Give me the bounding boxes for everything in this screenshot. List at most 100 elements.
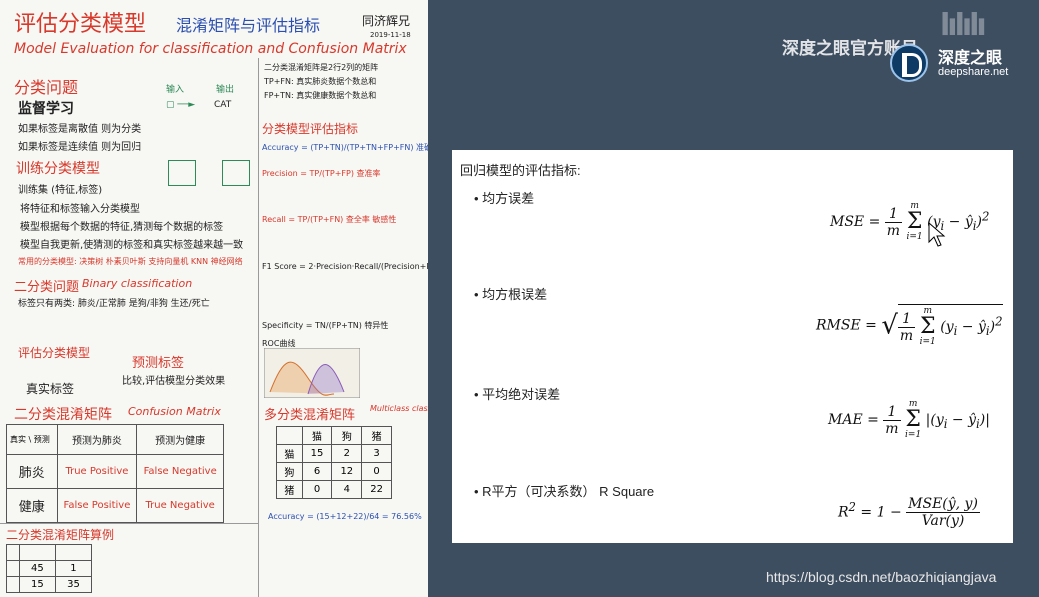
notes-title-sub: 混淆矩阵与评估指标 [176,16,321,35]
cm-col-2: 预测为健康 [136,424,224,455]
train-line-3: 模型自我更新,使猜测的标签和真实标签越来越一致 [20,240,244,251]
mc-r3c1: 0 [301,480,333,499]
precision-formula: Precision = TP/(TP+FP) 查准率 [262,169,381,178]
multi-english: Multiclass classification [370,404,428,413]
bullet-r2: • R平方（可决系数） R Square [474,484,655,499]
continuous-line: 如果标签是连续值 则为回归 [18,142,142,153]
specificity-formula: Specificity = TN/(FP+TN) 特异性 [262,321,389,330]
train-line-2: 模型根据每个数据的特征,猜测每个数据的标签 [20,222,224,233]
bullet-r2-label: R平方（可决系数） R Square [482,484,655,499]
notes-english-title: Model Evaluation for classification and … [14,41,407,57]
mc-r2c1: 6 [301,462,333,481]
sec-eval-model: 评估分类模型 [18,346,91,360]
sec-train: 训练分类模型 [16,161,100,177]
fp-tn-line: FP+TN: 真实健康数据个数总和 [264,91,377,100]
brand-domain: deepshare.net [938,66,1009,78]
mc-r1c1: 15 [301,444,333,463]
ex-r2c1: 15 [18,576,56,593]
accuracy-formula: Accuracy = (TP+TN)/(TP+TN+FP+FN) 准确率 [262,143,428,152]
mc-row-3: 猪 [276,480,303,499]
ex-r2 [6,576,20,593]
sec-binary: 二分类问题 [14,280,80,295]
mc-row-1: 猫 [276,444,303,463]
cat-output: CAT [214,100,232,110]
f1-formula: F1 Score = 2·Precision·Recall/(Precision… [262,262,428,271]
deepshare-logo-icon [890,44,928,82]
bullet-mae-label: 平均绝对误差 [482,387,561,402]
cm-tp: True Positive [56,454,138,489]
bullet-mae: • 平均绝对误差 [474,387,561,402]
sec-binary-cm: 二分类混淆矩阵 [14,407,112,423]
cm-corner-true: 真实 [10,435,26,444]
sec-example: 二分类混淆矩阵算例 [6,528,115,542]
regression-metrics-slide: 回归模型的评估指标: • 均方误差 MSE = 1m m Σi=1 (yi − ŷ… [452,150,1013,543]
blog-url-watermark: https://blog.csdn.net/baozhiqiangjava [766,569,997,585]
sec-metrics: 分类模型评估指标 [262,122,359,136]
handwritten-notes-panel: 评估分类模型 混淆矩阵与评估指标 同济辉兄 2019-11-18 Model E… [0,0,428,597]
notes-author: 同济辉兄 [362,14,411,28]
mc-r1c3: 3 [361,444,392,463]
notes-divider [258,58,259,597]
cm-corner-pred: 预测 [33,435,50,444]
cm-row-1: 肺炎 [6,454,58,489]
bullet-rmse: • 均方根误差 [474,287,548,302]
iqiyi-watermark: lılılı [940,8,987,43]
mc-r2c3: 0 [361,462,392,481]
supervised-label: 监督学习 [18,101,74,117]
true-label: 真实标签 [26,382,75,396]
notes-title: 评估分类模型 [14,12,147,37]
bullet-mse: • 均方误差 [474,191,535,206]
ex-r2c2: 35 [54,576,93,593]
slide-heading: 回归模型的评估指标: [460,163,581,178]
mc-r3c2: 4 [331,480,363,499]
cm-corner: 真实 \ 预测 [6,424,58,455]
binary-english: Binary classification [82,277,193,290]
binary-desc: 标签只有两类: 肺炎/正常肺 是狗/非狗 生还/死亡 [18,299,210,309]
mc-r1c2: 2 [331,444,363,463]
train-line-1: 将特征和标签输入分类模型 [20,204,140,215]
cm-row-2: 健康 [6,488,58,523]
cm-fp: False Positive [56,488,138,523]
rmse-formula: RMSE = √ 1m m Σi=1 (yi − ŷi)2 [816,304,1003,347]
ex-h2 [54,544,93,561]
mae-formula: MAE = 1m m Σi=1 |(yi − ŷi)| [828,399,990,440]
predicted-label: 预测标签 [132,356,185,371]
discrete-line: 如果标签是离散值 则为分类 [18,124,142,135]
mc-col-2: 狗 [331,426,363,445]
mc-r2c2: 12 [331,462,363,481]
mc-col-3: 猪 [361,426,392,445]
train-chart-before [168,160,196,186]
ex-corner [6,544,20,561]
compare-line: 比较,评估模型分类效果 [122,376,226,387]
output-label: 输出 [216,85,235,95]
ex-r1c2: 1 [54,560,93,577]
cm-tn: True Negative [136,488,224,523]
sec-multi: 多分类混淆矩阵 [264,408,356,423]
mc-col-1: 猫 [301,426,333,445]
ex-h1 [18,544,56,561]
binary-confusion-matrix: 真实 \ 预测 预测为肺炎 预测为健康 肺炎 True Positive Fal… [6,424,224,523]
example-matrix: 45 1 15 35 [6,544,93,593]
ex-r1 [6,560,20,577]
cm-english: Confusion Matrix [128,405,221,418]
bullet-rmse-label: 均方根误差 [482,287,548,302]
mouse-cursor-icon [928,222,946,247]
recall-formula: Recall = TP/(TP+FN) 查全率 敏感性 [262,215,397,224]
multiclass-confusion-matrix: 猫 狗 猪 猫 15 2 3 狗 6 12 0 猪 0 4 22 [276,426,392,499]
bullet-mse-label: 均方误差 [482,191,535,206]
mc-corner [276,426,303,445]
mse-formula: MSE = 1m m Σi=1 (yi − ŷi)2 [830,201,990,242]
notes-date: 2019-11-18 [370,31,411,39]
ex-r1c1: 45 [18,560,56,577]
cm-desc-title: 二分类混淆矩阵是2行2列的矩阵 [264,63,379,72]
common-models: 常用的分类模型: 决策树 朴素贝叶斯 支持向量机 KNN 神经网络 [18,257,243,266]
cm-fn: False Negative [136,454,224,489]
tp-tn-line: TP+FN: 真实肺炎数据个数总和 [264,77,377,86]
mc-r3c3: 22 [361,480,392,499]
input-arrow: ▢ ──► [166,100,196,110]
train-set: 训练集 (特征,标签) [18,185,103,196]
mc-row-2: 狗 [276,462,303,481]
sec-classification: 分类问题 [14,78,79,97]
roc-curves [264,348,360,398]
cursor-arrow [928,222,946,247]
